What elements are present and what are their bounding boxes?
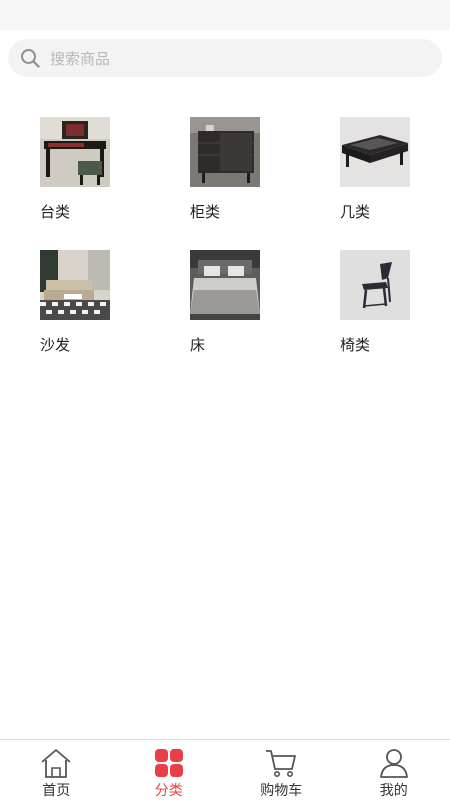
search-icon xyxy=(21,49,40,68)
category-item-bed[interactable]: 床 xyxy=(190,250,280,355)
status-bar-area xyxy=(0,0,450,30)
tab-label: 分类 xyxy=(154,783,183,799)
category-item-cabinet[interactable]: 柜类 xyxy=(190,117,280,222)
tab-profile[interactable]: 我的 xyxy=(338,740,450,800)
tab-label: 首页 xyxy=(42,783,71,799)
desk-thumbnail xyxy=(40,117,110,187)
category-label: 床 xyxy=(190,336,206,354)
category-label: 柜类 xyxy=(190,203,221,221)
home-icon xyxy=(41,749,71,778)
coffee-table-thumbnail xyxy=(340,117,410,187)
tab-cart[interactable]: 购物车 xyxy=(225,740,338,800)
category-item-desk[interactable]: 台类 xyxy=(40,117,130,222)
category-label: 几类 xyxy=(340,203,371,221)
search-header: 搜索商品 xyxy=(0,30,450,86)
category-label: 椅类 xyxy=(340,336,371,354)
category-item-chair[interactable]: 椅类 xyxy=(340,250,430,355)
user-icon xyxy=(379,749,408,778)
category-item-sofa[interactable]: 沙发 xyxy=(40,250,130,355)
cabinet-thumbnail xyxy=(190,117,260,187)
tab-label: 我的 xyxy=(379,783,408,799)
cart-icon xyxy=(266,750,297,777)
category-item-coffee-table[interactable]: 几类 xyxy=(340,117,430,222)
tab-category[interactable]: 分类 xyxy=(113,740,226,800)
category-label: 沙发 xyxy=(40,336,71,354)
category-icon xyxy=(154,749,183,777)
search-input[interactable]: 搜索商品 xyxy=(8,39,442,77)
bed-thumbnail xyxy=(190,250,260,320)
category-label: 台类 xyxy=(40,203,71,221)
sofa-thumbnail xyxy=(40,250,110,320)
chair-thumbnail xyxy=(340,250,410,320)
tab-home[interactable]: 首页 xyxy=(0,740,113,800)
bottom-tab-bar: 首页 分类 购物车 我的 xyxy=(0,740,450,800)
search-placeholder: 搜索商品 xyxy=(50,49,111,68)
tab-label: 购物车 xyxy=(260,783,303,799)
